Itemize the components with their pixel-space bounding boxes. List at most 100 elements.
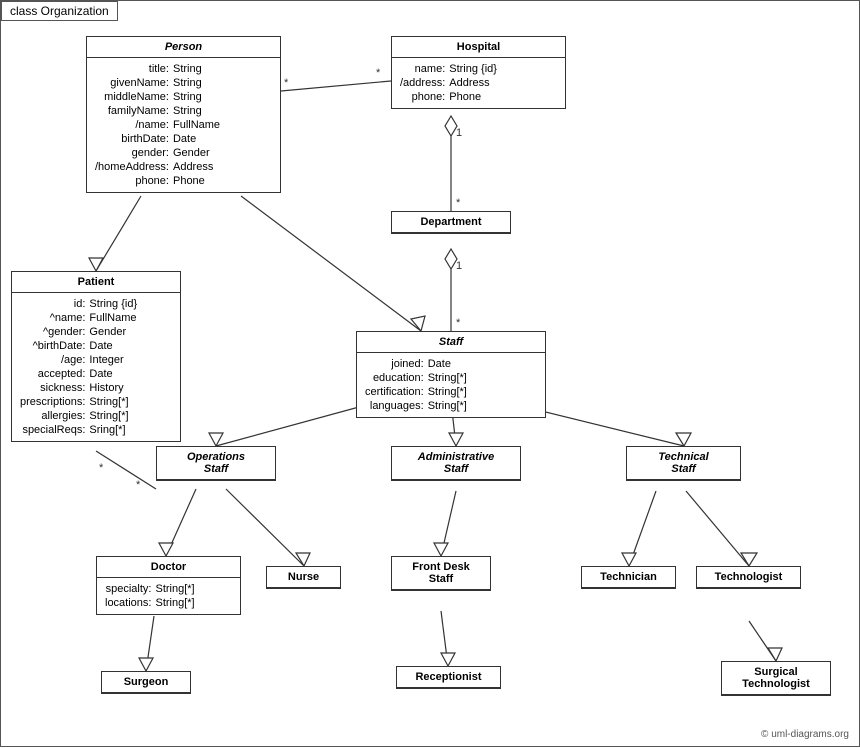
attr-type: String {id} xyxy=(449,62,500,76)
class-body-person: title:StringgivenName:StringmiddleName:S… xyxy=(87,58,280,192)
attr-type: Date xyxy=(173,132,223,146)
class-nurse: Nurse xyxy=(266,566,341,589)
class-header-person: Person xyxy=(87,37,280,58)
class-header-operations_staff: OperationsStaff xyxy=(157,447,275,480)
attr-label: givenName: xyxy=(95,76,173,90)
table-row: ^birthDate:Date xyxy=(20,339,140,353)
class-surgical_technologist: SurgicalTechnologist xyxy=(721,661,831,696)
table-row: specialty:String[*] xyxy=(105,582,198,596)
attr-label: title: xyxy=(95,62,173,76)
attr-type: String[*] xyxy=(89,409,140,423)
attr-type: String xyxy=(173,62,223,76)
table-row: familyName:String xyxy=(95,104,223,118)
table-row: /address:Address xyxy=(400,76,500,90)
table-row: phone:Phone xyxy=(95,174,223,188)
attr-label: languages: xyxy=(365,399,428,413)
attr-label: familyName: xyxy=(95,104,173,118)
class-header-doctor: Doctor xyxy=(97,557,240,578)
attr-label: middleName: xyxy=(95,90,173,104)
attr-label: specialty: xyxy=(105,582,155,596)
class-receptionist: Receptionist xyxy=(396,666,501,689)
table-row: /name:FullName xyxy=(95,118,223,132)
attr-type: FullName xyxy=(89,311,140,325)
class-header-surgical_technologist: SurgicalTechnologist xyxy=(722,662,830,695)
attr-label: phone: xyxy=(95,174,173,188)
table-row: /homeAddress:Address xyxy=(95,160,223,174)
attr-label: locations: xyxy=(105,596,155,610)
attr-label: ^birthDate: xyxy=(20,339,89,353)
table-row: birthDate:Date xyxy=(95,132,223,146)
table-row: certification:String[*] xyxy=(365,385,470,399)
attr-type: Address xyxy=(449,76,500,90)
attr-label: specialReqs: xyxy=(20,423,89,437)
class-header-patient: Patient xyxy=(12,272,180,293)
class-staff: Staffjoined:Dateeducation:String[*]certi… xyxy=(356,331,546,418)
attr-label: ^name: xyxy=(20,311,89,325)
class-header-hospital: Hospital xyxy=(392,37,565,58)
table-row: title:String xyxy=(95,62,223,76)
attr-label: /address: xyxy=(400,76,449,90)
attr-type: String[*] xyxy=(155,582,197,596)
class-department: Department xyxy=(391,211,511,234)
attr-label: joined: xyxy=(365,357,428,371)
class-header-administrative_staff: AdministrativeStaff xyxy=(392,447,520,480)
attr-type: String xyxy=(173,90,223,104)
class-body-doctor: specialty:String[*]locations:String[*] xyxy=(97,578,240,614)
attr-type: String[*] xyxy=(428,385,470,399)
class-operations_staff: OperationsStaff xyxy=(156,446,276,481)
class-header-surgeon: Surgeon xyxy=(102,672,190,693)
attr-type: String xyxy=(173,76,223,90)
table-row: middleName:String xyxy=(95,90,223,104)
class-patient: Patient id:String {id}^name:FullName^gend… xyxy=(11,271,181,442)
table-row: locations:String[*] xyxy=(105,596,198,610)
class-person: Persontitle:StringgivenName:Stringmiddle… xyxy=(86,36,281,193)
table-row: joined:Date xyxy=(365,357,470,371)
table-row: ^gender:Gender xyxy=(20,325,140,339)
class-header-receptionist: Receptionist xyxy=(397,667,500,688)
attr-type: History xyxy=(89,381,140,395)
table-row: /age:Integer xyxy=(20,353,140,367)
svg-text:1: 1 xyxy=(456,260,462,272)
table-row: education:String[*] xyxy=(365,371,470,385)
svg-text:*: * xyxy=(456,317,461,329)
svg-text:1: 1 xyxy=(456,127,462,139)
attr-label: prescriptions: xyxy=(20,395,89,409)
attr-type: String[*] xyxy=(428,399,470,413)
table-row: id:String {id} xyxy=(20,297,140,311)
table-row: givenName:String xyxy=(95,76,223,90)
attr-type: Date xyxy=(89,339,140,353)
attr-label: accepted: xyxy=(20,367,89,381)
attr-type: String[*] xyxy=(428,371,470,385)
attr-label: /name: xyxy=(95,118,173,132)
attr-label: allergies: xyxy=(20,409,89,423)
diagram-title: class Organization xyxy=(1,1,118,21)
copyright: © uml-diagrams.org xyxy=(761,729,849,740)
table-row: languages:String[*] xyxy=(365,399,470,413)
class-technician: Technician xyxy=(581,566,676,589)
attr-label: sickness: xyxy=(20,381,89,395)
table-row: specialReqs:Sring[*] xyxy=(20,423,140,437)
attr-type: String[*] xyxy=(89,395,140,409)
class-hospital: Hospitalname:String {id}/address:Address… xyxy=(391,36,566,109)
table-row: ^name:FullName xyxy=(20,311,140,325)
class-body-staff: joined:Dateeducation:String[*]certificat… xyxy=(357,353,545,417)
attr-label: ^gender: xyxy=(20,325,89,339)
attr-type: Address xyxy=(173,160,223,174)
table-row: allergies:String[*] xyxy=(20,409,140,423)
svg-text:*: * xyxy=(376,67,381,79)
svg-text:*: * xyxy=(136,479,141,491)
class-header-staff: Staff xyxy=(357,332,545,353)
table-row: sickness:History xyxy=(20,381,140,395)
class-technical_staff: TechnicalStaff xyxy=(626,446,741,481)
attr-type: Gender xyxy=(89,325,140,339)
class-front_desk_staff: Front DeskStaff xyxy=(391,556,491,591)
class-header-front_desk_staff: Front DeskStaff xyxy=(392,557,490,590)
class-header-technical_staff: TechnicalStaff xyxy=(627,447,740,480)
class-header-department: Department xyxy=(392,212,510,233)
attr-label: /homeAddress: xyxy=(95,160,173,174)
class-technologist: Technologist xyxy=(696,566,801,589)
attr-type: String {id} xyxy=(89,297,140,311)
attr-type: FullName xyxy=(173,118,223,132)
attr-type: Integer xyxy=(89,353,140,367)
attr-label: phone: xyxy=(400,90,449,104)
